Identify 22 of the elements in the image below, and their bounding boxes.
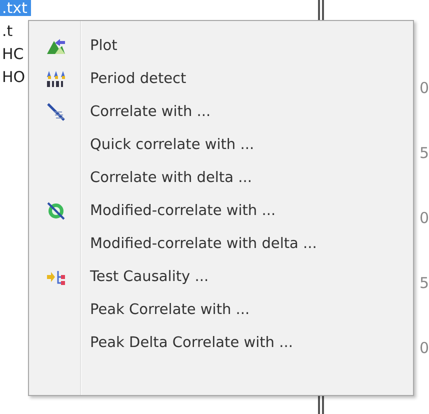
file-name[interactable]: .t (0, 23, 17, 39)
axis-label: 5 (419, 274, 429, 292)
diagonal-line-icon (46, 102, 66, 120)
menu-item[interactable]: Plot (82, 38, 118, 54)
menu-item[interactable]: Quick correlate with ... (82, 136, 254, 152)
menu-item[interactable]: Correlate with delta ... (82, 170, 252, 186)
grid-icon (46, 70, 66, 88)
menu-item[interactable]: Modified-correlate with ... (82, 202, 276, 218)
menu-item[interactable]: Test Causality ... (82, 268, 209, 284)
axis-label: 0 (419, 339, 429, 357)
axis-label: 0 (419, 209, 429, 227)
menu-item[interactable]: Correlate with ... (82, 104, 211, 120)
chart-icon (46, 36, 66, 54)
axis-label: 5 (419, 144, 429, 162)
file-name[interactable]: HC (0, 46, 28, 62)
axis-label: 0 (419, 79, 429, 97)
menu-item[interactable]: Period detect (82, 70, 186, 86)
menu-item[interactable]: Peak Correlate with ... (82, 302, 250, 318)
crossed-circle-icon (46, 202, 66, 220)
menu-item[interactable]: Modified-correlate with delta ... (82, 236, 317, 252)
file-name[interactable]: HO (0, 69, 30, 85)
menu-item[interactable]: Peak Delta Correlate with ... (82, 334, 293, 350)
